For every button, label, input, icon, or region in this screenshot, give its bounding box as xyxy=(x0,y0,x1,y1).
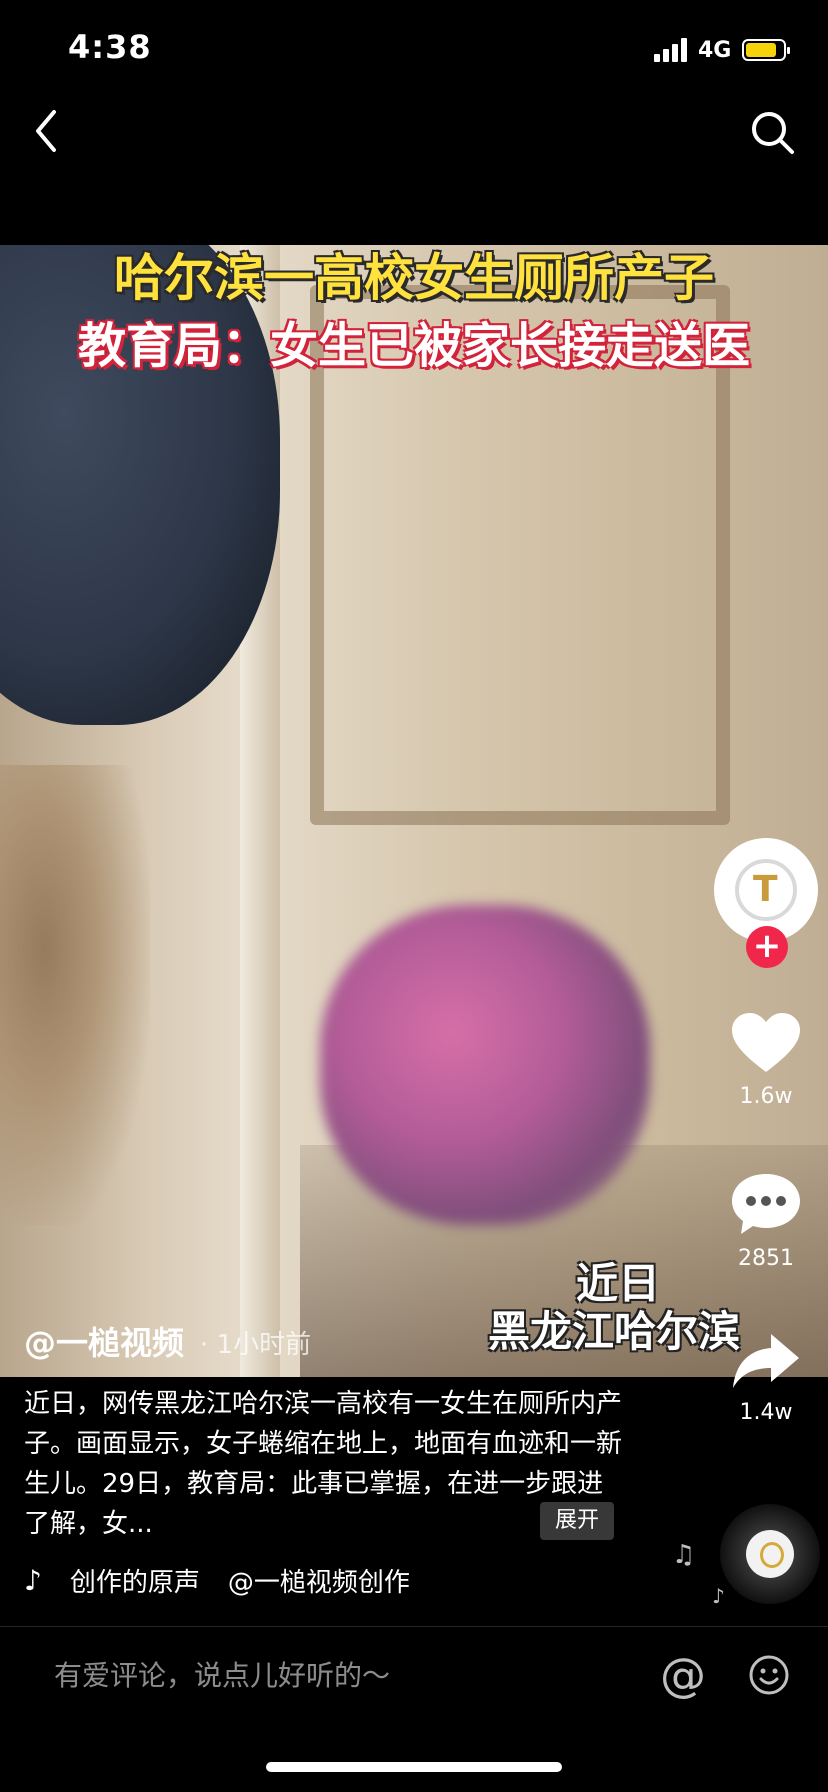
signal-icon xyxy=(654,38,690,62)
home-indicator xyxy=(266,1762,562,1772)
tiktok-note-icon: ♪ xyxy=(24,1564,42,1597)
disc-cover-icon xyxy=(746,1530,794,1578)
search-button[interactable] xyxy=(748,108,798,158)
back-button[interactable] xyxy=(28,106,68,156)
music-author: @一槌视频创作 xyxy=(227,1568,410,1598)
hammer-logo-icon: T xyxy=(753,869,778,910)
heart-icon xyxy=(732,1013,800,1072)
video-player[interactable] xyxy=(0,245,828,1377)
comment-button[interactable]: 2851 xyxy=(726,1170,806,1271)
battery-icon xyxy=(742,39,790,61)
mention-button[interactable]: @ xyxy=(660,1648,706,1702)
emoji-button[interactable] xyxy=(748,1654,790,1696)
divider xyxy=(0,1626,828,1627)
comment-bubble-icon xyxy=(732,1174,800,1234)
status-bar: 4:38 4G xyxy=(0,0,828,100)
share-count: 1.4w xyxy=(739,1400,793,1425)
video-caption-subtitle: 教育局：女生已被家长接走送医 xyxy=(77,318,750,374)
music-title: 创作的原声 xyxy=(69,1568,200,1598)
author-name[interactable]: @一槌视频 xyxy=(24,1318,184,1364)
post-time: · 1小时前 xyxy=(200,1330,312,1360)
comment-input[interactable]: 有爱评论，说点儿好听的～ xyxy=(54,1654,390,1694)
post-description: 近日，网传黑龙江哈尔滨一高校有一女生在厕所内产子。画面显示，女子蜷缩在地上，地面… xyxy=(24,1389,623,1539)
like-button[interactable]: 1.6w xyxy=(726,1010,806,1109)
share-button[interactable]: 1.4w xyxy=(726,1330,806,1425)
video-stain xyxy=(0,765,150,1225)
video-location-place: 黑龙江哈尔滨 xyxy=(487,1307,740,1356)
video-blurred-object xyxy=(320,905,650,1225)
comment-count: 2851 xyxy=(738,1246,794,1271)
chevron-left-icon xyxy=(36,110,56,152)
music-disc[interactable] xyxy=(720,1504,820,1604)
status-time: 4:38 xyxy=(68,28,152,66)
music-info[interactable]: ♪ 创作的原声 @一槌视频创作 xyxy=(24,1562,410,1599)
search-icon xyxy=(752,112,794,154)
expand-button[interactable]: 展开 xyxy=(540,1502,614,1540)
share-arrow-icon xyxy=(733,1334,799,1388)
follow-button[interactable]: + xyxy=(746,926,788,968)
video-caption-title: 哈尔滨一高校女生厕所产子 xyxy=(114,249,714,307)
floating-note-icon-small: ♪ xyxy=(712,1584,725,1608)
smiley-icon xyxy=(749,1655,789,1695)
like-count: 1.6w xyxy=(739,1084,793,1109)
network-type: 4G xyxy=(698,38,732,63)
floating-note-icon: ♫ xyxy=(672,1540,696,1570)
